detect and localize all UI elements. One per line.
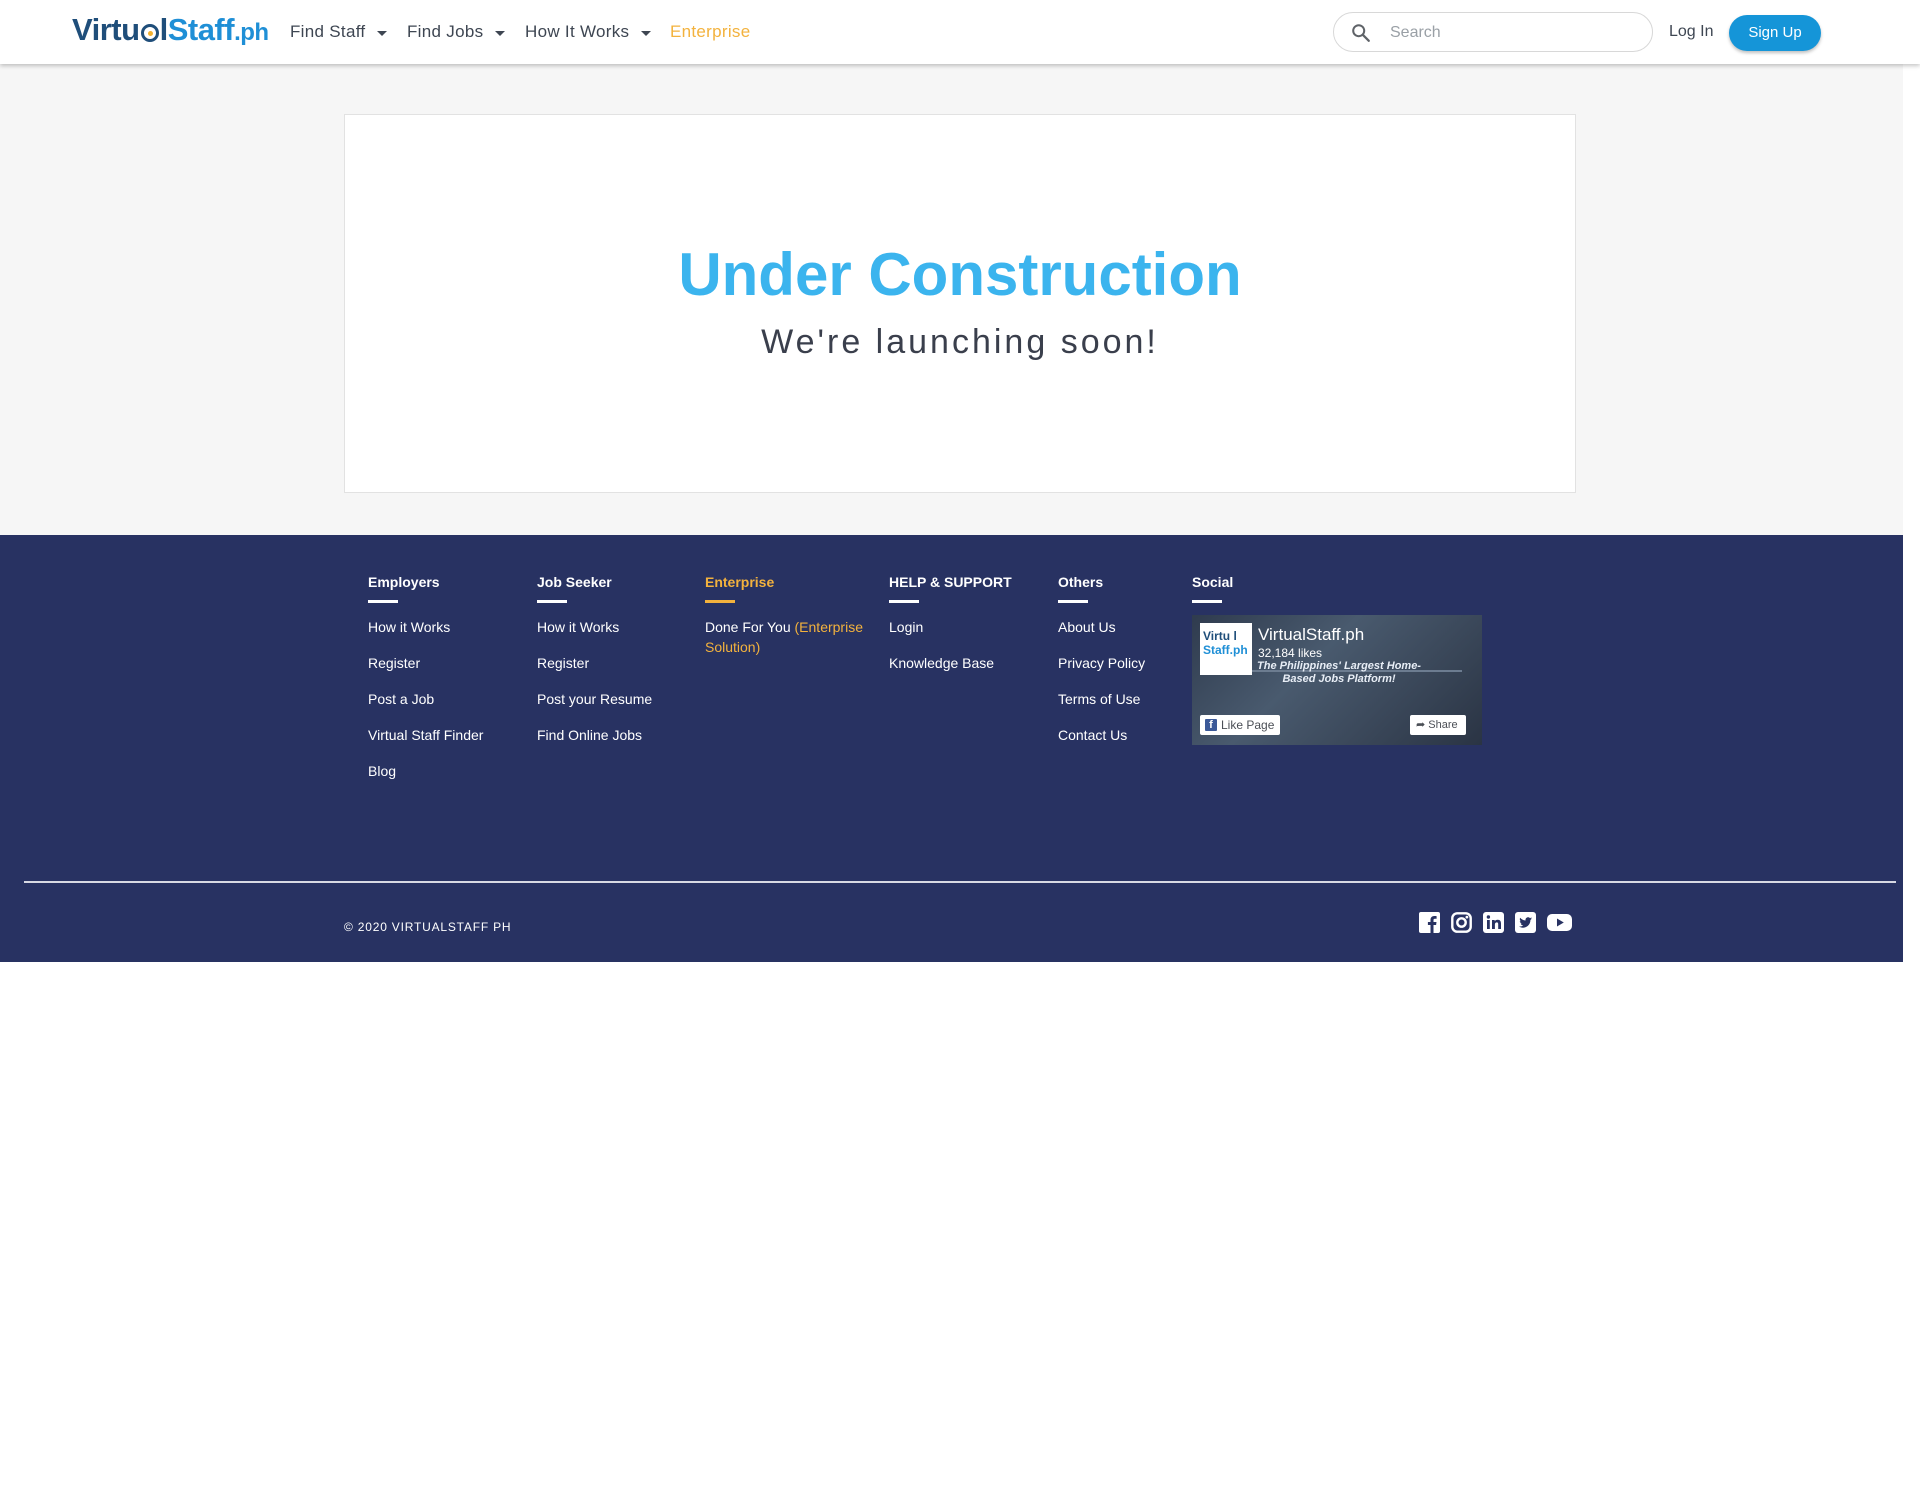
footer-heading: Job Seeker: [537, 574, 612, 590]
nav-how-it-works[interactable]: How It Works: [525, 0, 652, 64]
logo-text-virtu: Virtu: [72, 12, 140, 47]
fb-like-page-button[interactable]: f Like Page: [1200, 715, 1281, 735]
heading-underline: [537, 600, 567, 603]
footer-link-done-for-you[interactable]: Done For You (Enterprise Solution): [705, 617, 875, 661]
search-icon[interactable]: [1350, 22, 1372, 44]
footer-col-help-support: HELP & SUPPORT Login Knowledge Base: [889, 575, 1012, 691]
footer-col-enterprise: Enterprise Done For You (Enterprise Solu…: [705, 575, 875, 661]
footer-link[interactable]: Blog: [368, 763, 483, 799]
heading-underline: [368, 600, 398, 603]
page-scrollbar[interactable]: [1903, 0, 1920, 1491]
caret-down-icon: [641, 30, 652, 36]
logo-text-staff: Staff: [167, 12, 235, 47]
nav-find-staff-label: Find Staff: [290, 22, 366, 41]
footer-divider: [24, 881, 1896, 883]
caret-down-icon: [377, 30, 388, 36]
search-box: [1333, 12, 1653, 52]
login-link[interactable]: Log In: [1669, 0, 1713, 64]
construction-card: Under Construction We're launching soon!: [344, 114, 1576, 493]
footer-link[interactable]: Contact Us: [1058, 727, 1145, 763]
footer-link[interactable]: How it Works: [537, 619, 652, 655]
footer-link[interactable]: Knowledge Base: [889, 655, 1012, 691]
fb-share-button[interactable]: ➦ Share: [1410, 715, 1466, 735]
youtube-icon[interactable]: [1547, 912, 1572, 933]
fb-avatar-text-top: Virtu l: [1203, 629, 1237, 643]
footer-heading: Employers: [368, 574, 440, 590]
logo-text-ph: .ph: [234, 19, 269, 46]
fb-share-label: Share: [1428, 719, 1458, 731]
footer-heading: HELP & SUPPORT: [889, 574, 1012, 590]
page-subtitle: We're launching soon!: [761, 323, 1159, 361]
fb-likes-count: 32,184 likes: [1258, 646, 1323, 660]
twitter-icon[interactable]: [1515, 912, 1536, 933]
nav-find-jobs[interactable]: Find Jobs: [407, 0, 506, 64]
footer-link[interactable]: Post your Resume: [537, 691, 652, 727]
site-logo[interactable]: Virtu l Staff .ph: [72, 12, 269, 50]
instagram-icon[interactable]: [1451, 912, 1472, 933]
footer-link[interactable]: Privacy Policy: [1058, 655, 1145, 691]
logo-text-l: l: [159, 12, 169, 47]
footer-link[interactable]: Find Online Jobs: [537, 727, 652, 763]
footer-link-text: Done For You: [705, 619, 791, 635]
facebook-icon[interactable]: [1419, 912, 1440, 933]
fb-avatar-text-bottom: Staff.ph: [1203, 643, 1248, 657]
footer-link[interactable]: Terms of Use: [1058, 691, 1145, 727]
share-arrow-icon: ➦: [1416, 719, 1426, 731]
heading-underline: [705, 600, 735, 603]
nav-how-it-works-label: How It Works: [525, 22, 630, 41]
footer-col-social: Social: [1192, 575, 1233, 603]
facebook-page-widget[interactable]: Virtu l Staff.ph VirtualStaff.ph 32,184 …: [1192, 615, 1482, 745]
footer-heading: Social: [1192, 574, 1234, 590]
footer-link[interactable]: Register: [537, 655, 652, 691]
fb-page-avatar[interactable]: Virtu l Staff.ph: [1200, 623, 1252, 675]
nav-find-staff[interactable]: Find Staff: [290, 0, 388, 64]
signup-button[interactable]: Sign Up: [1729, 15, 1821, 51]
footer-link[interactable]: How it Works: [368, 619, 483, 655]
fb-like-label: Like Page: [1221, 718, 1275, 732]
footer-link[interactable]: About Us: [1058, 619, 1145, 655]
facebook-icon: f: [1205, 719, 1217, 731]
caret-down-icon: [495, 30, 506, 36]
search-input[interactable]: [1388, 19, 1642, 47]
fb-page-name[interactable]: VirtualStaff.ph: [1258, 625, 1364, 645]
nav-enterprise[interactable]: Enterprise: [670, 0, 750, 64]
logo-ring-icon: [140, 24, 159, 42]
nav-enterprise-label: Enterprise: [670, 22, 751, 41]
footer-link[interactable]: Register: [368, 655, 483, 691]
footer-heading: Enterprise: [705, 574, 775, 590]
heading-underline: [1058, 600, 1088, 603]
footer-link[interactable]: Login: [889, 619, 1012, 655]
footer-link[interactable]: Virtual Staff Finder: [368, 727, 483, 763]
footer-heading: Others: [1058, 574, 1104, 590]
footer-col-others: Others About Us Privacy Policy Terms of …: [1058, 575, 1145, 763]
copyright-text: © 2020 VIRTUALSTAFF PH: [344, 920, 512, 934]
footer-col-employers: Employers How it Works Register Post a J…: [368, 575, 483, 799]
heading-underline: [1192, 600, 1222, 603]
fb-cover-tagline: The Philippines' Largest Home-Based Jobs…: [1257, 660, 1421, 685]
page-title: Under Construction: [678, 241, 1242, 308]
social-icons: [1419, 912, 1583, 933]
nav-find-jobs-label: Find Jobs: [407, 22, 484, 41]
linkedin-icon[interactable]: [1483, 912, 1504, 933]
heading-underline: [889, 600, 919, 603]
footer-col-job-seeker: Job Seeker How it Works Register Post yo…: [537, 575, 652, 763]
footer-link[interactable]: Post a Job: [368, 691, 483, 727]
site-header: Virtu l Staff .ph Find Staff Find Jobs How …: [0, 0, 1920, 64]
site-footer: Employers How it Works Register Post a J…: [0, 535, 1920, 962]
